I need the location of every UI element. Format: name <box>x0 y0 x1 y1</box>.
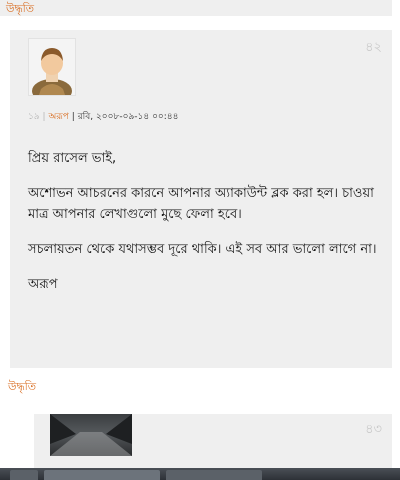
user-avatar[interactable] <box>28 38 76 103</box>
quote-link-top[interactable]: উদ্ধৃতি <box>6 0 34 19</box>
os-taskbar <box>0 468 400 480</box>
comment-signature: অরূপ <box>28 277 58 292</box>
road-photo-image <box>50 414 132 456</box>
taskbar-button[interactable] <box>44 470 160 480</box>
taskbar-button[interactable] <box>10 470 38 480</box>
user-photo[interactable] <box>50 414 132 456</box>
comment-paragraph: অশোভন আচরনের কারনে আপনার অ্যাকাউন্ট ব্লক… <box>28 186 374 222</box>
comment-datetime: রবি, ২০০৮-০৯-১৪ ০০:৪৪ <box>77 112 179 122</box>
taskbar-button[interactable] <box>166 470 262 480</box>
comment-meta: ১৯ | অরূপ | রবি, ২০০৮-০৯-১৪ ০০:৪৪ <box>28 109 178 124</box>
meta-separator: | <box>68 112 78 122</box>
comment-paragraph: সচলায়তন থেকে যথাসম্ভব দূরে থাকি। এই সব … <box>28 242 377 257</box>
comment-body: প্রিয় রাসেল ভাই, অশোভন আচরনের কারনে আপন… <box>28 148 384 309</box>
comment-number: ৪৩ <box>365 422 382 437</box>
comment-card: ৪২ ১৯ | অরূপ | রবি, ২০০৮-০৯-১৪ ০০:৪৪ প্র… <box>10 30 392 368</box>
quote-link[interactable]: উদ্ধৃতি <box>8 378 36 397</box>
comment-author-link[interactable]: অরূপ <box>48 112 68 122</box>
comment-paragraph: প্রিয় রাসেল ভাই, <box>28 151 117 166</box>
previous-comment-footer <box>0 0 392 16</box>
comment-parent-ref[interactable]: ১৯ <box>28 112 40 122</box>
comment-number: ৪২ <box>365 40 382 55</box>
person-icon <box>32 48 72 103</box>
